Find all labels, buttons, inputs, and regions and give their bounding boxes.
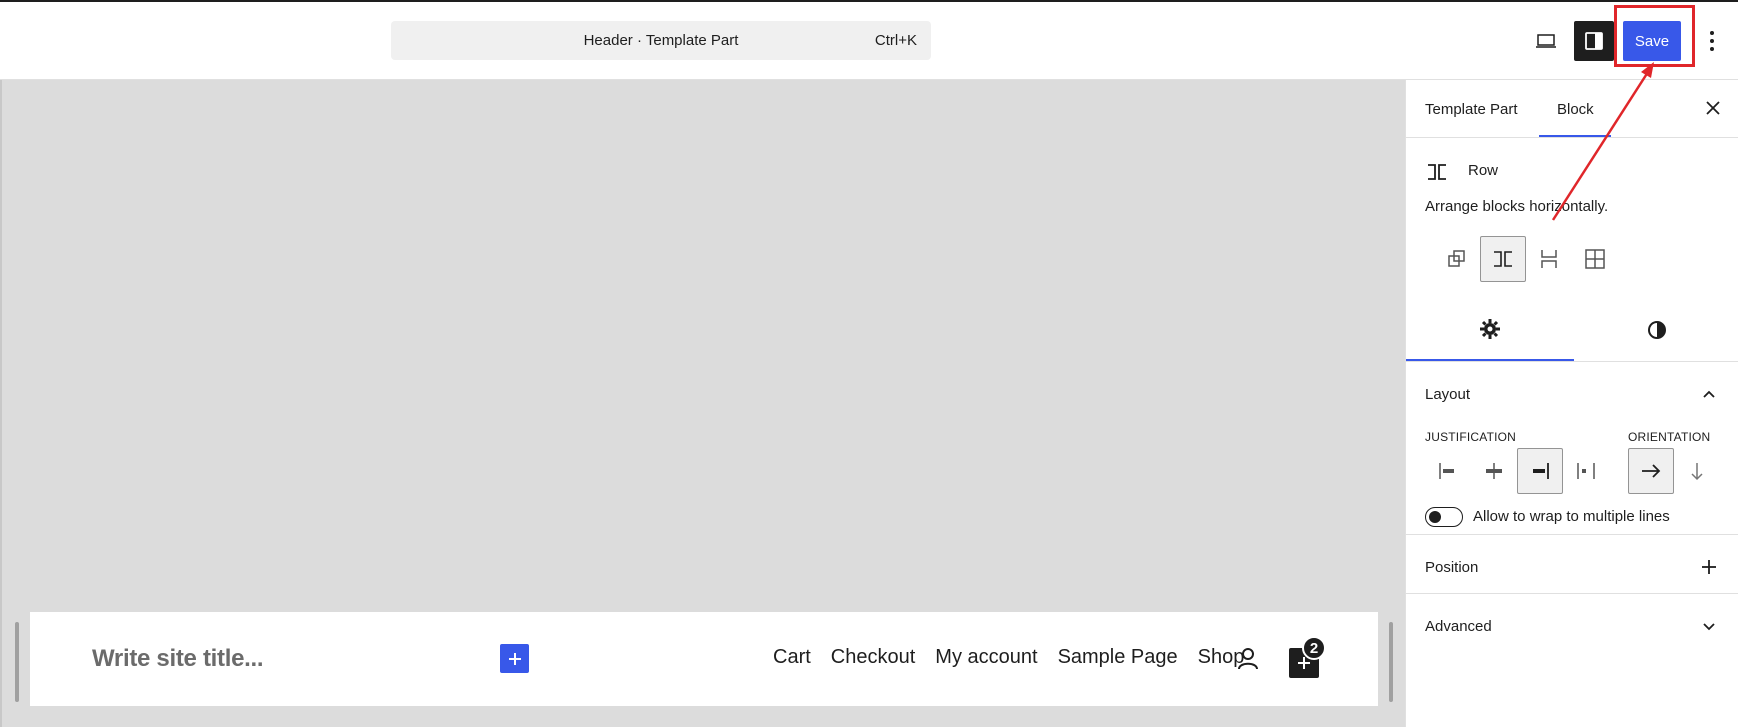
variation-stack[interactable] — [1526, 236, 1572, 282]
justification-buttons — [1425, 448, 1609, 494]
nav-item-cart[interactable]: Cart — [773, 646, 811, 669]
arrow-right-icon — [1642, 464, 1661, 478]
plus-icon — [1702, 560, 1716, 574]
justify-space-between-button[interactable] — [1563, 448, 1609, 494]
nav-item-sample-page[interactable]: Sample Page — [1058, 646, 1178, 669]
command-palette-button[interactable]: Header · Template Part Ctrl+K — [391, 21, 931, 60]
layout-collapse-toggle[interactable] — [1699, 384, 1719, 408]
gear-icon — [1480, 318, 1500, 339]
block-variations — [1434, 236, 1618, 282]
laptop-icon — [1536, 34, 1556, 48]
block-name: Row — [1468, 162, 1499, 179]
navigation-menu: Cart Checkout My account Sample Page Sho… — [773, 646, 1264, 669]
justify-center-button[interactable] — [1471, 448, 1517, 494]
inspector-tabs — [1406, 298, 1738, 362]
justify-center-icon — [1486, 463, 1502, 479]
justify-right-icon — [1533, 463, 1549, 479]
site-title-placeholder[interactable]: Write site title... — [92, 645, 264, 673]
device-preview-button[interactable] — [1528, 21, 1564, 61]
customer-account-link[interactable] — [1237, 647, 1259, 676]
half-circle-style-icon — [1647, 320, 1666, 339]
resize-handle-right[interactable] — [1389, 622, 1393, 702]
row-block-icon — [1425, 160, 1449, 189]
variation-row[interactable] — [1480, 236, 1526, 282]
orientation-horizontal-button[interactable] — [1628, 448, 1674, 494]
options-menu-button[interactable] — [1700, 21, 1724, 61]
layout-panel-title[interactable]: Layout — [1425, 386, 1470, 403]
header-template-part[interactable]: Write site title... Cart Checkout My acc… — [30, 612, 1378, 706]
wrap-toggle-switch[interactable] — [1425, 507, 1463, 527]
justify-left-icon — [1439, 463, 1454, 479]
sidebar-tabs: Template Part Block — [1406, 80, 1738, 138]
orientation-vertical-button[interactable] — [1674, 448, 1720, 494]
grid-icon — [1585, 249, 1605, 269]
row-icon — [1494, 251, 1512, 267]
save-highlight-box — [1614, 5, 1695, 67]
close-icon — [1706, 101, 1720, 115]
resize-handle-left[interactable] — [15, 622, 19, 702]
wrap-toggle-label[interactable]: Allow to wrap to multiple lines — [1473, 508, 1670, 525]
user-icon — [1238, 648, 1258, 670]
orientation-label: ORIENTATION — [1628, 430, 1711, 444]
chevron-up-icon — [1703, 390, 1715, 398]
cart-count-badge: 2 — [1302, 636, 1326, 660]
block-description: Arrange blocks horizontally. — [1425, 198, 1609, 215]
document-title: Header · Template Part — [583, 32, 739, 49]
stack-icon — [1541, 250, 1557, 268]
shortcut-hint: Ctrl+K — [874, 32, 917, 49]
variation-group[interactable] — [1434, 236, 1480, 282]
close-sidebar-button[interactable] — [1703, 98, 1723, 122]
layout-panel: Layout JUSTIFICATION ORIENTATION Allow t… — [1406, 362, 1738, 535]
advanced-expand-toggle[interactable] — [1699, 616, 1719, 640]
settings-sidebar: Template Part Block Row Arrange blocks h… — [1405, 80, 1738, 727]
chevron-down-icon — [1703, 623, 1715, 631]
position-panel-title[interactable]: Position — [1425, 559, 1478, 576]
justify-space-between-icon — [1577, 463, 1595, 479]
nav-item-my-account[interactable]: My account — [935, 646, 1037, 669]
sidebar-toggle-icon — [1585, 32, 1603, 50]
group-icon — [1448, 250, 1465, 267]
nav-item-checkout[interactable]: Checkout — [831, 646, 916, 669]
justification-label: JUSTIFICATION — [1425, 430, 1517, 444]
active-tab-indicator — [1539, 135, 1611, 137]
arrow-down-icon — [1691, 463, 1703, 481]
kebab-menu-icon — [1710, 31, 1714, 51]
tab-settings[interactable] — [1406, 298, 1574, 361]
settings-sidebar-toggle[interactable] — [1574, 21, 1614, 61]
position-expand-toggle[interactable] — [1699, 557, 1719, 581]
tab-block[interactable]: Block — [1557, 101, 1594, 118]
orientation-buttons — [1628, 448, 1720, 494]
advanced-panel-title[interactable]: Advanced — [1425, 618, 1492, 635]
add-block-button[interactable] — [500, 644, 529, 673]
toggle-knob — [1429, 511, 1441, 523]
advanced-panel[interactable]: Advanced — [1406, 594, 1738, 652]
editor-root: Header · Template Part Ctrl+K Save Write… — [0, 0, 1738, 727]
justify-right-button[interactable] — [1517, 448, 1563, 494]
tab-template-part[interactable]: Template Part — [1425, 101, 1518, 118]
variation-grid[interactable] — [1572, 236, 1618, 282]
mini-cart[interactable]: 2 — [1286, 636, 1328, 686]
editor-canvas[interactable]: Write site title... Cart Checkout My acc… — [0, 80, 1405, 727]
justify-left-button[interactable] — [1425, 448, 1471, 494]
position-panel[interactable]: Position — [1406, 535, 1738, 594]
tab-styles[interactable] — [1574, 298, 1738, 361]
plus-icon — [508, 652, 521, 665]
top-toolbar: Header · Template Part Ctrl+K Save — [0, 2, 1738, 80]
